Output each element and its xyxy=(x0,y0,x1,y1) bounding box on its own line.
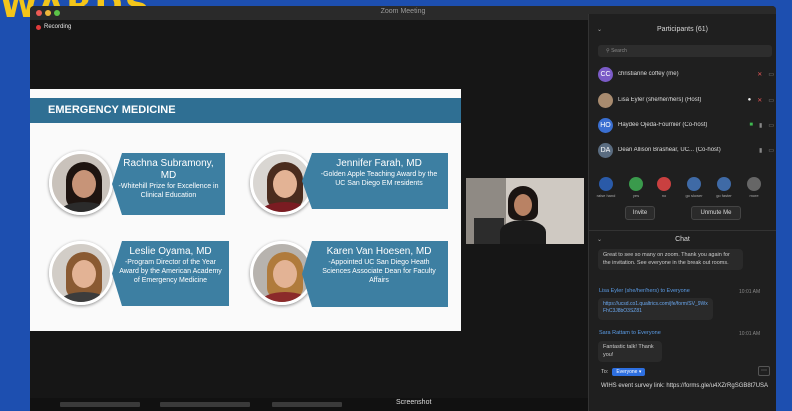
chat-time: 10:01 AM xyxy=(739,289,761,295)
participant-row[interactable]: CC christianne coffey (me) ✕ ▭ xyxy=(598,65,774,83)
screenshot-button[interactable]: Screenshot xyxy=(396,399,431,406)
chat-compose-input[interactable]: WIHS event survey link: https://forms.gl… xyxy=(601,382,771,390)
card-name: Leslie Oyama, MD xyxy=(129,246,212,257)
chat-sender: Sara Rattam to Everyone xyxy=(599,330,661,336)
avatar: HO xyxy=(598,117,613,133)
taskbar-item[interactable] xyxy=(272,402,342,407)
chat-time: 10:01 AM xyxy=(739,331,761,337)
card-name: Rachna Subramony, xyxy=(123,158,214,169)
taskbar-item[interactable] xyxy=(60,402,140,407)
award-card-rachna: Rachna Subramony, MD -Whitehill Prize fo… xyxy=(112,153,225,215)
avatar: DA xyxy=(598,142,613,158)
participant-row[interactable]: HO Haydee Ojeda-Fournier (Co-host) ■ ▮ ▭ xyxy=(598,116,774,134)
recording-label: Recording xyxy=(44,24,72,30)
video-off-icon[interactable]: ▭ xyxy=(768,122,774,129)
participant-name: Lisa Eyler (she/her/hers) (Host) xyxy=(618,97,702,103)
to-label: To: xyxy=(601,369,609,375)
avatar: CC xyxy=(598,66,613,82)
chat-sender: Lisa Eyler (she/her/hers) to Everyone xyxy=(599,288,690,294)
go-faster-button[interactable]: go faster xyxy=(713,177,735,198)
no-button[interactable]: no xyxy=(653,177,675,198)
card-name-suffix: MD xyxy=(160,170,177,181)
survey-link[interactable]: https://ucsd.co1.qualtrics.com/jfe/form/… xyxy=(603,301,708,315)
recording-indicator[interactable]: Recording xyxy=(36,24,71,30)
record-dot-icon xyxy=(36,24,41,30)
go-slower-button[interactable]: go slower xyxy=(683,177,705,198)
status-dot-icon: ● xyxy=(747,97,752,103)
card-name: Karen Van Hoesen, MD xyxy=(326,246,432,257)
video-off-icon[interactable]: ▭ xyxy=(768,147,774,154)
shared-screen-slide: EMERGENCY MEDICINE Rachna Subramony, MD … xyxy=(30,89,461,331)
photo-leslie xyxy=(49,241,113,305)
participant-row[interactable]: DA Dean Allison Brashear, UC... (Co-host… xyxy=(598,141,774,159)
muted-mic-icon[interactable]: ✕ xyxy=(757,97,762,104)
participant-row[interactable]: Lisa Eyler (she/her/hers) (Host) ● ✕ ▭ xyxy=(598,91,774,109)
reaction-label: yes xyxy=(632,193,640,198)
recipient-value: Everyone xyxy=(616,369,638,375)
participant-name: Dean Allison Brashear, UC... (Co-host) xyxy=(618,147,721,153)
video-off-icon[interactable]: ▭ xyxy=(768,97,774,104)
card-name: Jennifer Farah, MD xyxy=(336,158,422,169)
chat-recipient: To: Everyone ▾ xyxy=(601,368,646,376)
card-description: -Golden Apple Teaching Award by the UC S… xyxy=(320,171,438,187)
taskbar-item[interactable] xyxy=(160,402,250,407)
chat-message: Great to see so many on zoom. Thank you … xyxy=(598,249,743,270)
photo-rachna xyxy=(49,151,113,215)
side-panel: ⌄ Participants (61) ⚲ Search CC christia… xyxy=(588,14,776,411)
chat-message: https://ucsd.co1.qualtrics.com/jfe/form/… xyxy=(598,298,713,320)
card-description: -Whitehill Prize for Excellence in Clini… xyxy=(118,183,219,199)
yes-button[interactable]: yes xyxy=(625,177,647,198)
participant-name: Haydee Ojeda-Fournier (Co-host) xyxy=(618,122,708,128)
award-card-jennifer: Jennifer Farah, MD -Golden Apple Teachin… xyxy=(302,153,448,209)
award-card-karen: Karen Van Hoesen, MD -Appointed UC San D… xyxy=(302,241,448,307)
video-off-icon[interactable]: ▭ xyxy=(768,71,774,78)
reaction-label: raise hand xyxy=(596,193,616,198)
card-description: -Appointed UC San Diego Heath Sciences A… xyxy=(322,259,436,284)
speaker-video-thumbnail[interactable] xyxy=(466,178,584,244)
chat-header: Chat xyxy=(675,236,690,243)
mic-icon[interactable]: ▮ xyxy=(759,122,762,129)
reaction-label: more xyxy=(749,193,759,198)
chat-message: Fantastic talk! Thank you! xyxy=(598,341,662,362)
award-card-leslie: Leslie Oyama, MD -Program Director of th… xyxy=(112,241,229,306)
panel-divider xyxy=(589,230,776,231)
raise-hand-button[interactable]: raise hand xyxy=(595,177,617,198)
reaction-label: go faster xyxy=(716,193,732,198)
search-placeholder: Search xyxy=(611,48,627,54)
invite-button[interactable]: Invite xyxy=(625,206,655,220)
participant-name: christianne coffey (me) xyxy=(618,71,679,77)
slide-header-bar: EMERGENCY MEDICINE xyxy=(30,98,461,123)
avatar xyxy=(598,92,613,108)
participant-search-input[interactable]: ⚲ Search xyxy=(598,45,772,57)
slide-heading: EMERGENCY MEDICINE xyxy=(48,104,176,116)
reaction-label: go slower xyxy=(685,193,703,198)
more-button[interactable]: more xyxy=(743,177,765,198)
share-screen-icon: ■ xyxy=(749,122,754,128)
muted-mic-icon[interactable]: ✕ xyxy=(757,71,762,78)
mic-icon[interactable]: ▮ xyxy=(759,147,762,154)
chat-more-button[interactable]: ⋯ xyxy=(758,366,770,376)
participants-header: Participants (61) xyxy=(657,26,708,33)
reaction-label: no xyxy=(661,193,667,198)
unmute-me-button[interactable]: Unmute Me xyxy=(691,206,741,220)
recipient-dropdown[interactable]: Everyone ▾ xyxy=(612,368,646,376)
card-description: -Program Director of the Year Award by t… xyxy=(119,259,222,284)
